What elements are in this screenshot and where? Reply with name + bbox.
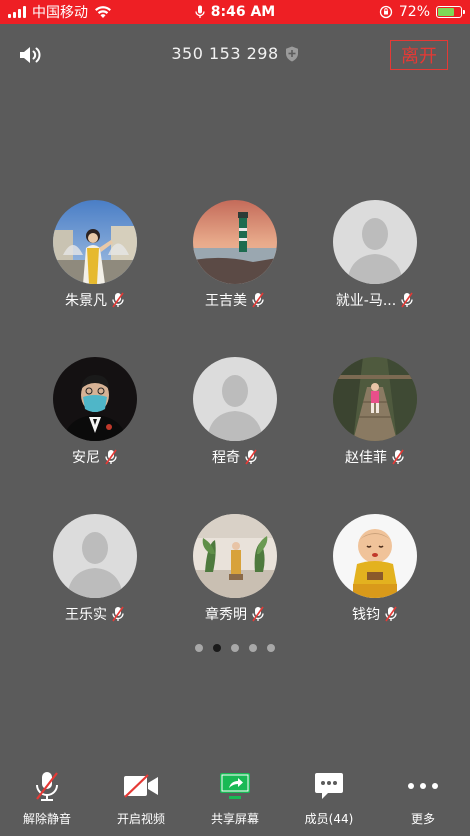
participant-name-row: 赵佳菲 (345, 447, 405, 467)
orientation-lock-icon (379, 5, 393, 19)
participant-name-row: 钱钧 (352, 604, 398, 624)
participant-name-row: 朱景凡 (65, 290, 125, 310)
participant-tile[interactable]: 钱钧 (305, 514, 445, 624)
participant-name-row: 王吉美 (205, 290, 265, 310)
participant-avatar (53, 200, 137, 284)
leave-button[interactable]: 离开 (390, 40, 448, 70)
carrier-label: 中国移动 (32, 5, 88, 21)
participant-name: 程奇 (212, 450, 240, 466)
clock-label: 8:46 AM (210, 4, 276, 20)
participant-avatar-default (53, 514, 137, 598)
more-label: 更多 (410, 812, 435, 826)
page-dot[interactable] (249, 644, 257, 652)
participant-name: 王乐实 (65, 607, 107, 623)
participant-tile[interactable]: 就业-马... (305, 200, 445, 310)
mic-muted-icon (252, 606, 264, 622)
participant-tile[interactable]: 王吉美 (165, 200, 305, 310)
wifi-icon (95, 6, 111, 18)
participant-name: 安尼 (72, 450, 100, 466)
microphone-indicator-icon (195, 5, 205, 18)
mic-muted-icon (112, 606, 124, 622)
page-dot-active[interactable] (213, 644, 221, 652)
share-screen-button[interactable]: 共享屏幕 (188, 770, 282, 836)
battery-icon (436, 6, 465, 18)
participant-name: 钱钧 (352, 607, 380, 623)
status-bar: 中国移动 8:46 AM 72% (0, 0, 470, 24)
more-dots-icon (408, 783, 438, 789)
participant-tile[interactable]: 朱景凡 (25, 200, 165, 310)
unmute-label: 解除静音 (22, 812, 71, 826)
participant-tile[interactable]: 章秀明 (165, 514, 305, 624)
mic-muted-icon (105, 449, 117, 465)
meeting-id: 350 153 298 (171, 44, 279, 63)
participant-name-row: 就业-马... (336, 290, 414, 310)
participant-avatar-default (193, 357, 277, 441)
participant-name: 就业-马... (335, 293, 397, 309)
participant-avatar (333, 357, 417, 441)
page-dot[interactable] (231, 644, 239, 652)
participant-name-row: 安尼 (72, 447, 118, 467)
participant-name: 朱景凡 (65, 293, 107, 309)
battery-percent-label: 72% (398, 4, 430, 20)
more-button[interactable]: 更多 (376, 770, 470, 836)
participant-name: 章秀明 (205, 607, 247, 623)
participant-tile[interactable]: 安尼 (25, 357, 165, 467)
participant-avatar-default (333, 200, 417, 284)
status-bar-left: 中国移动 (8, 0, 112, 24)
meeting-top-bar: 350 153 298 离开 (0, 24, 470, 86)
mic-muted-icon (245, 449, 257, 465)
page-dot[interactable] (195, 644, 203, 652)
start-video-button[interactable]: 开启视频 (94, 770, 188, 836)
video-camera-off-icon (124, 774, 158, 798)
participant-avatar (53, 357, 137, 441)
participant-name: 王吉美 (205, 293, 247, 309)
status-bar-right: 72% (379, 0, 465, 24)
signal-icon (8, 6, 26, 18)
mic-muted-icon (385, 606, 397, 622)
mic-muted-icon (252, 292, 264, 308)
participant-name-row: 王乐实 (65, 604, 125, 624)
mic-muted-icon (401, 292, 413, 308)
unmute-button[interactable]: 解除静音 (0, 770, 94, 836)
participant-name-row: 章秀明 (205, 604, 265, 624)
participant-avatar (193, 514, 277, 598)
chat-bubble-icon (315, 773, 343, 799)
participant-name-row: 程奇 (212, 447, 258, 467)
page-dot[interactable] (267, 644, 275, 652)
mic-muted-icon (112, 292, 124, 308)
participant-tile[interactable]: 程奇 (165, 357, 305, 467)
share-screen-icon (220, 773, 250, 799)
shield-icon (285, 46, 298, 61)
participant-name: 赵佳菲 (345, 450, 387, 466)
participant-avatar (333, 514, 417, 598)
share-screen-label: 共享屏幕 (210, 812, 259, 826)
page-indicator[interactable] (0, 644, 470, 652)
members-label: 成员(44) (304, 812, 354, 826)
participant-tile[interactable]: 王乐实 (25, 514, 165, 624)
meeting-toolbar: 解除静音 开启视频 共享屏幕 成员(44) 更多 (0, 770, 470, 836)
microphone-muted-icon (36, 772, 58, 801)
start-video-label: 开启视频 (116, 812, 165, 826)
participant-tile[interactable]: 赵佳菲 (305, 357, 445, 467)
members-button[interactable]: 成员(44) (282, 770, 376, 836)
mic-muted-icon (392, 449, 404, 465)
participant-avatar (193, 200, 277, 284)
